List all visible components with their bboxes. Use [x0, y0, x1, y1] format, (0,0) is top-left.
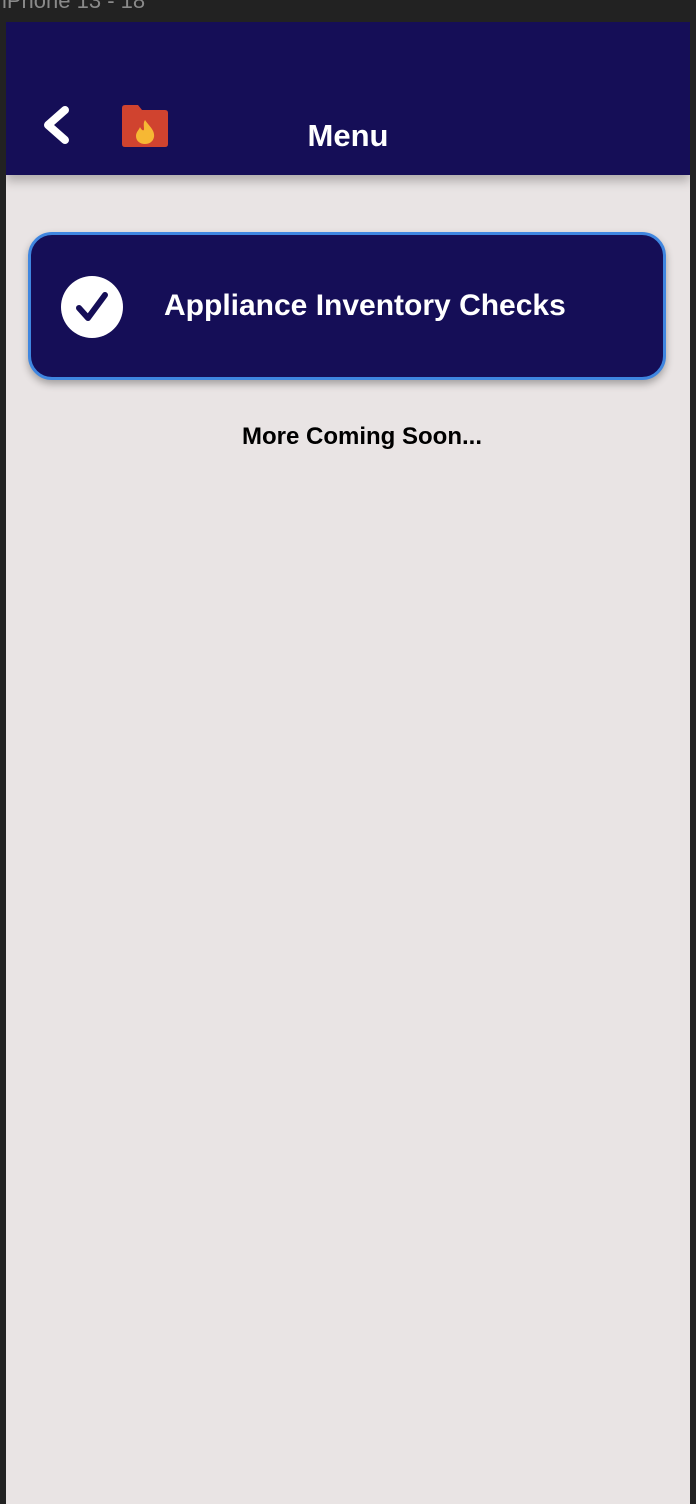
app-header: Menu [6, 22, 690, 175]
coming-soon-note: More Coming Soon... [242, 423, 482, 450]
device-frame-label: iPhone 13 - 18 [2, 0, 146, 13]
page-title: Menu [307, 118, 389, 153]
app-screen: Menu Appliance Inventory Checks More Com… [6, 22, 690, 1504]
menu-item-label: Appliance Inventory Checks [164, 289, 566, 322]
menu-item-appliance-inventory-checks[interactable]: Appliance Inventory Checks [28, 232, 666, 380]
checkmark-circle-icon [60, 275, 124, 339]
